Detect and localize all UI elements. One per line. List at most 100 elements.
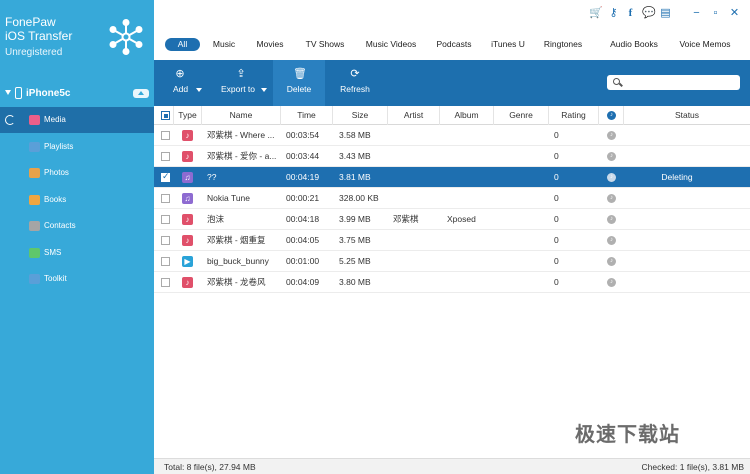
- cell-size: 3.81 MB: [339, 172, 371, 182]
- row-checkbox[interactable]: [161, 278, 170, 287]
- cell-size: 3.43 MB: [339, 151, 371, 161]
- table-row[interactable]: ♪ 邓紫棋 - 烟重复 00:04:05 3.75 MB 0 ♪: [154, 230, 750, 251]
- facebook-icon[interactable]: f: [625, 8, 636, 19]
- cell-size: 3.58 MB: [339, 130, 371, 140]
- table-row[interactable]: ♪ 泡沫 00:04:18 3.99 MB 邓紫棋 Xposed 0 ♪: [154, 209, 750, 230]
- row-checkbox[interactable]: [161, 194, 170, 203]
- column-header-size[interactable]: Size: [333, 106, 388, 125]
- cell-status: [624, 125, 750, 146]
- row-checkbox[interactable]: [161, 236, 170, 245]
- table-row[interactable]: ♪ 邓紫棋 - 龙卷风 00:04:09 3.80 MB 0 ♪: [154, 272, 750, 293]
- select-all-header[interactable]: [154, 106, 174, 125]
- tab-itunes-u[interactable]: iTunes U: [488, 38, 528, 51]
- column-header-name[interactable]: Name: [202, 106, 281, 125]
- table-row[interactable]: ♫ ?? 00:04:19 3.81 MB 0 ♪ Deleting: [154, 167, 750, 188]
- delete-button[interactable]: 🗑 Delete: [273, 60, 325, 106]
- brand-header: FonePaw iOS Transfer Unregistered: [0, 0, 154, 78]
- table-row[interactable]: ♪ 邓紫棋 - 爱你 - a... 00:03:44 3.43 MB 0 ♪: [154, 146, 750, 167]
- row-checkbox[interactable]: [161, 215, 170, 224]
- column-header-sync[interactable]: ♪: [599, 106, 624, 125]
- cell-status: [624, 251, 750, 272]
- dropdown-arrow-icon[interactable]: [196, 88, 202, 92]
- cell-status: [624, 209, 750, 230]
- minimize-icon[interactable]: −: [691, 8, 702, 19]
- tab-ringtones[interactable]: Ringtones: [541, 38, 585, 51]
- cell-time: 00:04:19: [286, 172, 320, 182]
- refresh-button[interactable]: ⟳ Refresh: [329, 60, 381, 106]
- collapse-arrow-icon[interactable]: [5, 90, 11, 95]
- tab-audio-books[interactable]: Audio Books: [606, 38, 662, 51]
- cell-size: 328.00 KB: [339, 193, 379, 203]
- sidebar-item-contacts[interactable]: Contacts: [0, 213, 154, 239]
- column-header-type[interactable]: Type: [174, 106, 202, 125]
- tab-music[interactable]: Music: [208, 38, 240, 51]
- sidebar-item-sms[interactable]: SMS: [0, 240, 154, 266]
- column-header-genre[interactable]: Genre: [494, 106, 549, 125]
- device-row[interactable]: iPhone5c: [0, 84, 154, 104]
- cell-rating: 0: [554, 214, 559, 224]
- sidebar-item-label: Media: [44, 115, 66, 124]
- sidebar-item-photos[interactable]: Photos: [0, 160, 154, 186]
- cell-rating: 0: [554, 151, 559, 161]
- sidebar-item-media[interactable]: Media: [0, 107, 154, 133]
- cell-status: Deleting: [661, 172, 693, 182]
- music-type-icon: ♪: [182, 277, 193, 288]
- device-name: iPhone5c: [26, 88, 71, 99]
- key-icon[interactable]: ⚷: [608, 8, 619, 19]
- sync-status-icon: ♪: [607, 194, 616, 203]
- row-checkbox[interactable]: [161, 131, 170, 140]
- column-header-time[interactable]: Time: [281, 106, 333, 125]
- add-button[interactable]: ⊕ Add: [154, 60, 206, 106]
- phone-icon: [15, 87, 22, 99]
- maximize-icon[interactable]: ▫: [710, 8, 721, 19]
- cell-name: 邓紫棋 - 龙卷风: [207, 277, 266, 287]
- tab-voice-memos[interactable]: Voice Memos: [675, 38, 735, 51]
- cell-name: 邓紫棋 - 爱你 - a...: [207, 151, 277, 161]
- row-checkbox[interactable]: [161, 257, 170, 266]
- sidebar-item-playlists[interactable]: Playlists: [0, 134, 154, 160]
- app-name-line2: iOS Transfer: [5, 29, 73, 43]
- music-type-icon: ♪: [182, 214, 193, 225]
- sidebar-item-toolkit[interactable]: Toolkit: [0, 266, 154, 292]
- close-icon[interactable]: ✕: [729, 8, 740, 19]
- column-header-status[interactable]: Status: [624, 106, 750, 125]
- watermark-text: 极速下载站: [575, 424, 680, 446]
- row-checkbox[interactable]: [161, 152, 170, 161]
- cart-icon[interactable]: 🛒: [589, 8, 603, 19]
- movie-type-icon: ▶: [182, 256, 193, 267]
- tab-podcasts[interactable]: Podcasts: [433, 38, 475, 51]
- contacts-icon: [29, 221, 40, 231]
- menu-icon[interactable]: ▤: [660, 8, 671, 19]
- tab-movies[interactable]: Movies: [252, 38, 288, 51]
- feedback-icon[interactable]: 💬: [642, 8, 656, 19]
- cell-size: 3.99 MB: [339, 214, 371, 224]
- app-logo-icon: [109, 19, 143, 55]
- cell-time: 00:03:44: [286, 151, 320, 161]
- row-checkbox[interactable]: [161, 171, 170, 182]
- search-box[interactable]: [607, 75, 740, 90]
- column-header-artist[interactable]: Artist: [388, 106, 440, 125]
- eject-icon[interactable]: [133, 89, 149, 98]
- table-row[interactable]: ▶ big_buck_bunny 00:01:00 5.25 MB 0 ♪: [154, 251, 750, 272]
- trash-icon: 🗑: [293, 68, 307, 80]
- search-input[interactable]: [625, 76, 735, 89]
- table-row[interactable]: ♫ Nokia Tune 00:00:21 328.00 KB 0 ♪: [154, 188, 750, 209]
- tab-all[interactable]: All: [165, 38, 200, 51]
- cell-status: [624, 146, 750, 167]
- column-header-album[interactable]: Album: [440, 106, 494, 125]
- sms-icon: [29, 248, 40, 258]
- sidebar-item-books[interactable]: Books: [0, 187, 154, 213]
- loading-spinner-icon: [5, 115, 15, 125]
- toolbar: ⊕ Add ⇪ Export to 🗑 Delete ⟳ Refresh: [154, 60, 750, 106]
- export-button[interactable]: ⇪ Export to: [212, 60, 270, 106]
- dropdown-arrow-icon[interactable]: [261, 88, 267, 92]
- tab-music-videos[interactable]: Music Videos: [363, 38, 419, 51]
- cell-status: [624, 272, 750, 293]
- sidebar-item-label: Playlists: [44, 142, 74, 151]
- media-table: Type Name Time Size Artist Album Genre R…: [154, 106, 750, 456]
- cell-time: 00:03:54: [286, 130, 320, 140]
- column-header-rating[interactable]: Rating: [549, 106, 599, 125]
- tab-tv-shows[interactable]: TV Shows: [301, 38, 349, 51]
- table-row[interactable]: ♪ 邓紫棋 - Where ... 00:03:54 3.58 MB 0 ♪: [154, 125, 750, 146]
- select-all-checkbox[interactable]: [161, 111, 170, 120]
